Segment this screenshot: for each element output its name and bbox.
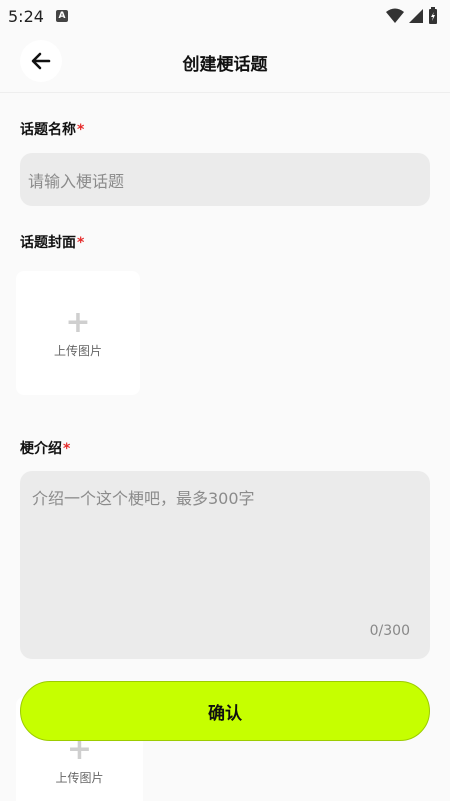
topic-cover-label: 话题封面* — [20, 232, 84, 252]
required-mark: * — [77, 235, 85, 251]
status-right — [386, 7, 438, 25]
topic-name-placeholder: 请输入梗话题 — [28, 171, 125, 191]
topic-cover-label-text: 话题封面 — [20, 235, 76, 251]
topic-name-input[interactable]: 请输入梗话题 — [20, 153, 430, 206]
cover-upload-button[interactable]: + 上传图片 — [16, 271, 140, 395]
required-mark: * — [63, 441, 71, 457]
status-time: 5:24 — [8, 6, 44, 26]
notification-icon: A — [55, 10, 68, 22]
battery-charging-icon — [429, 7, 437, 24]
intro-placeholder: 介绍一个这个梗吧，最多300字 — [32, 489, 255, 508]
upload-label: 上传图片 — [53, 343, 102, 358]
intro-label: 梗介绍* — [20, 438, 70, 458]
status-bar: 5:24 A — [0, 0, 450, 32]
app-bar: 创建梗话题 — [0, 32, 450, 93]
topic-name-label-text: 话题名称 — [20, 122, 76, 138]
intro-label-text: 梗介绍 — [20, 441, 62, 457]
status-left: 5:24 A — [8, 7, 68, 26]
plus-icon: + — [65, 304, 91, 340]
upload-label: 上传图片 — [55, 771, 104, 785]
required-mark: * — [77, 122, 85, 138]
intro-textarea[interactable]: 介绍一个这个梗吧，最多300字 0/300 — [20, 471, 430, 659]
page-title: 创建梗话题 — [182, 55, 268, 75]
topic-name-label: 话题名称* — [20, 119, 84, 139]
signal-icon — [409, 9, 423, 23]
wifi-icon — [386, 8, 404, 23]
char-counter: 0/300 — [369, 623, 410, 639]
confirm-button[interactable]: 确认 — [20, 681, 430, 741]
